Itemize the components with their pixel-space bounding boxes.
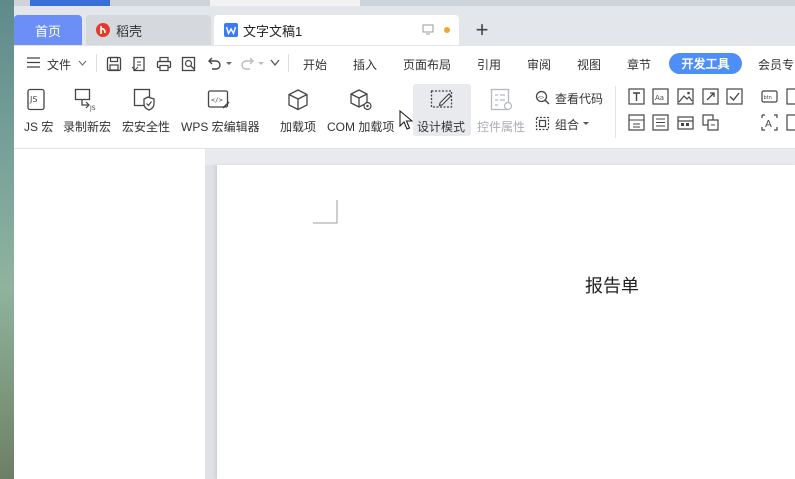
textbox-control-icon[interactable] — [786, 114, 795, 131]
divider — [615, 86, 616, 138]
redo-dropdown-icon[interactable] — [258, 62, 264, 66]
document-page[interactable]: 报告单 — [217, 165, 795, 479]
unsaved-dot-icon — [444, 27, 450, 33]
addins-label[interactable]: 加载项 — [280, 118, 316, 135]
document-heading[interactable]: 报告单 — [585, 272, 639, 298]
svg-text:JS: JS — [89, 105, 96, 112]
menu-chapter[interactable]: 章节 — [627, 56, 651, 73]
design-mode-icon — [430, 88, 454, 112]
navigation-pane — [14, 149, 205, 479]
design-mode-button[interactable]: 设计模式 — [413, 84, 471, 136]
record-macro-icon[interactable]: JS — [74, 88, 100, 112]
label-control-icon[interactable]: A — [761, 114, 778, 131]
control-properties-label: 控件属性 — [477, 120, 526, 134]
menu-file[interactable]: 文件 — [47, 56, 71, 73]
js-macro-icon[interactable]: JS — [26, 88, 48, 112]
svg-text:Aa: Aa — [655, 94, 664, 102]
new-tab-button[interactable]: + — [470, 15, 494, 45]
redo-icon[interactable] — [240, 56, 256, 72]
export-pdf-icon[interactable] — [131, 56, 147, 72]
divider — [96, 54, 97, 72]
undo-icon[interactable] — [206, 56, 222, 72]
print-preview-icon[interactable] — [181, 56, 197, 72]
save-icon[interactable] — [106, 56, 122, 72]
svg-text:A: A — [765, 119, 772, 130]
tab-document[interactable]: 文字文稿1 — [214, 15, 459, 45]
dropdown-list-control-icon[interactable] — [652, 114, 669, 131]
svg-text:JS: JS — [29, 95, 37, 104]
menu-developer-tools[interactable]: 开发工具 — [669, 53, 742, 74]
menu-page-layout[interactable]: 页面布局 — [403, 56, 451, 73]
ribbon: JS JS 宏 JS 录制新宏 宏安全性 </> WPS 宏编辑器 加载项 CO… — [14, 80, 795, 149]
tab-home[interactable]: 首页 — [14, 15, 82, 45]
macro-security-label[interactable]: 宏安全性 — [122, 118, 170, 135]
chevron-down-icon[interactable] — [583, 122, 589, 126]
menu-references[interactable]: 引用 — [477, 56, 501, 73]
building-block-control-icon[interactable] — [702, 88, 719, 105]
monitor-icon[interactable] — [422, 24, 434, 35]
page-left-gutter — [205, 165, 217, 479]
legacy-tools-icon[interactable] — [702, 114, 719, 131]
wps-writer-icon — [224, 23, 238, 37]
group-icon[interactable] — [535, 116, 550, 131]
menu-membership[interactable]: 会员专 — [758, 56, 794, 73]
menu-start[interactable]: 开始 — [303, 56, 327, 73]
tab-bar: 首页 稻壳 文字文稿1 + — [14, 6, 795, 46]
checkbox-control-icon[interactable] — [726, 88, 743, 105]
menu-review[interactable]: 审阅 — [527, 56, 551, 73]
menu-view[interactable]: 视图 — [577, 56, 601, 73]
margin-corner-mark — [313, 200, 339, 224]
addins-icon[interactable] — [286, 88, 310, 112]
print-icon[interactable] — [156, 56, 172, 72]
picture-control-icon[interactable] — [677, 88, 694, 105]
macro-editor-label[interactable]: WPS 宏编辑器 — [181, 118, 260, 135]
plain-text-control-icon[interactable]: Aa — [652, 88, 669, 105]
com-addins-label[interactable]: COM 加载项 — [327, 118, 394, 135]
record-macro-label[interactable]: 录制新宏 — [63, 118, 111, 135]
macro-security-icon[interactable] — [133, 88, 157, 112]
combo-box-control-icon[interactable] — [628, 114, 645, 131]
svg-text:btn: btn — [764, 95, 772, 101]
date-picker-control-icon[interactable] — [677, 114, 694, 131]
control-properties-icon[interactable] — [490, 88, 514, 112]
menu-insert[interactable]: 插入 — [353, 56, 377, 73]
js-macro-label[interactable]: JS 宏 — [24, 118, 53, 135]
design-mode-label: 设计模式 — [417, 120, 466, 134]
tab-docer[interactable]: 稻壳 — [86, 15, 211, 45]
group-label[interactable]: 组合 — [555, 116, 579, 133]
chevron-down-icon[interactable] — [78, 60, 87, 66]
svg-text:<>: <> — [538, 95, 544, 101]
customize-toolbar-icon[interactable] — [270, 59, 280, 67]
undo-dropdown-icon[interactable] — [226, 62, 232, 66]
view-code-icon[interactable]: <> — [535, 90, 550, 105]
mouse-cursor-icon — [399, 110, 413, 130]
text-control-icon[interactable] — [628, 88, 645, 105]
com-addins-icon[interactable] — [348, 88, 374, 112]
view-code-label[interactable]: 查看代码 — [555, 90, 603, 107]
button-control-icon[interactable]: btn — [761, 88, 778, 105]
svg-text:</>: </> — [211, 96, 223, 104]
macro-editor-icon[interactable]: </> — [207, 88, 231, 112]
menu-bar: 文件 开始 插入 页面布局 引用 审阅 视图 章节 开发工具 会员专 — [14, 46, 795, 80]
desktop-background — [0, 0, 14, 479]
docer-logo-icon — [96, 23, 110, 37]
hamburger-icon[interactable] — [27, 57, 40, 68]
more-controls-icon[interactable] — [786, 88, 795, 105]
divider — [288, 54, 289, 72]
